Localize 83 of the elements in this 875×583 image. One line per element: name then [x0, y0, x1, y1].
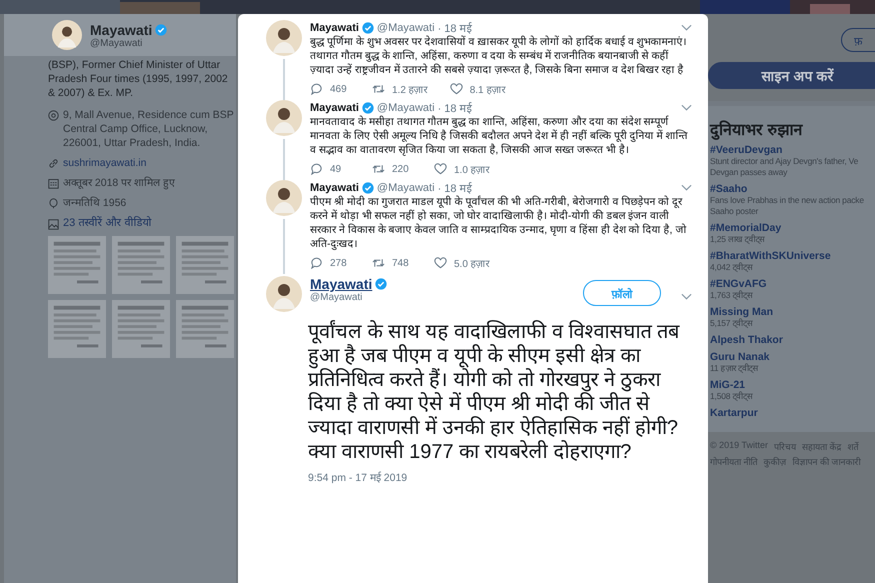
profile-detail: जन्मतिथि 1956 [63, 196, 126, 210]
calendar-icon [48, 178, 59, 189]
trend-name[interactable]: Missing Man [710, 306, 873, 318]
website-link[interactable]: sushrimayawati.in [63, 156, 146, 170]
author-handle: @Mayawati [376, 102, 435, 114]
balloon-icon [48, 198, 59, 209]
trend-detail: Devgan passes away [710, 167, 788, 178]
tweet-time: · 18 मई [438, 101, 472, 115]
trend-name[interactable]: #ENGvAFG [710, 278, 873, 290]
tweet-text: बुद्ध पूर्णिमा के शुभ अवसर पर देशवासियों व ख़ासकर यूपी के लोगों को हार्दिक बधाई व शुभकामनाएं। तथागत गौतम बुद्ध के शान्ति, अहिंसा, करुणा व दया के सम्बंध में राजनीतिक बयानबाजी से कहीं ज़्यादा उन्हें राष्ट्रजीवन में उतारने की सबसे ज़्यादा ज़रूरत है, जिसके बिना समाज व देश बिखर रहा है [310, 35, 688, 77]
profile-detail: 9, Mall Avenue, Residence cum BSP Central Camp Office, Lucknow, 226001, Uttar Pradesh, India. [63, 108, 234, 150]
like-button[interactable]: 1.0 हज़ार [434, 162, 490, 176]
trend-name[interactable]: Guru Nanak [710, 351, 873, 363]
media-link[interactable]: 23 तस्वीरें और वीडियो [63, 216, 152, 230]
location-pin-icon [48, 110, 59, 121]
avatar[interactable] [266, 20, 302, 56]
thread-line [283, 139, 285, 180]
retweet-button[interactable]: 220 [372, 162, 412, 176]
trend-name[interactable]: #VeeruDevgan [710, 144, 873, 156]
reply-icon [310, 163, 323, 175]
trend-name[interactable]: #MemorialDay [710, 222, 873, 234]
like-button[interactable]: 5.0 हज़ार [434, 256, 490, 270]
retweet-button[interactable]: 1.2 हज़ार [372, 82, 428, 96]
tweet-time: · 18 मई [438, 21, 472, 35]
tweet-timestamp: 9:54 pm - 17 मई 2019 [308, 470, 408, 484]
trend-name[interactable]: #BharatWithSKUniverse [710, 250, 873, 262]
trend-detail: 1,763 ट्वीट्स [710, 290, 754, 301]
trend-name[interactable]: MiG-21 [710, 379, 873, 391]
avatar[interactable] [266, 276, 302, 312]
trend-detail: Saaho poster [710, 206, 760, 217]
reply-button[interactable]: 278 [310, 256, 350, 270]
reply-icon [310, 83, 323, 95]
image-icon [48, 218, 59, 230]
trend-detail: 4,042 ट्वीट्स [710, 262, 754, 273]
author-name[interactable]: Mayawati [310, 102, 359, 114]
trend-name[interactable]: #Saaho [710, 183, 873, 195]
tweet-time: · 18 मई [438, 181, 472, 195]
retweet-button[interactable]: 748 [372, 256, 412, 270]
caret-icon[interactable] [681, 293, 692, 301]
trend-detail: Stunt director and Ajay Devgn's father, Ve [710, 156, 860, 167]
profile-detail: अक्तूबर 2018 पर शामिल हुए [63, 176, 176, 190]
trend-name[interactable]: Kartarpur [710, 407, 873, 419]
avatar[interactable] [266, 100, 302, 136]
author-name[interactable]: Mayawati [310, 182, 359, 194]
trend-detail: Fans love Prabhas in the new action packe [710, 195, 865, 206]
reply-icon [310, 257, 323, 269]
reply-button[interactable]: 469 [310, 82, 350, 96]
caret-icon[interactable] [681, 24, 692, 32]
thread-line [283, 59, 285, 100]
like-button[interactable]: 8.1 हज़ार [450, 82, 506, 96]
profile-bio: (BSP), Former Chief Minister of Uttar Pradesh Four times (1995, 1997, 2002 & 2007) & Ex. MP. [48, 58, 229, 100]
caret-icon[interactable] [681, 184, 692, 192]
follow-button[interactable]: फ़ॉलो [583, 280, 661, 306]
retweet-icon [372, 257, 385, 269]
tweet-text: पूर्वांचल के साथ यह वादाखिलाफी व विश्वासघात तब हुआ है जब पीएम व यूपी के सीएम इसी क्षेत्र का प्रतिनिधित्व करते हैं। योगी को तो गोरखपुर ने ठुकरा दिया है तो क्या ऐसे में पीएम श्री मोदी की जीत से ज्यादा वाराणसी में उनकी हार ऐतिहासिक नहीं होगी? क्या वाराणसी 1977 का रायबरेली दोहराएगा? [308, 320, 681, 464]
signup-button[interactable]: साइन अप करें [708, 62, 875, 89]
avatar[interactable] [52, 20, 82, 50]
retweet-icon [372, 163, 385, 175]
tweet-text: मानवतावाद के मसीहा तथागत गौतम बुद्ध का शान्ति, अहिंसा, करुणा और दया का संदेश सम्पूर्ण मानवता के लिए ऐसी अमूल्य निधि है जिसकी बदौलत अपने देश में ही नहीं बल्कि पूरी दुनिया में शान्ति व सद्भाव का वातावरण सृजित किया जा सकता है, जिसकी आज सख्त जरूरत भी है। [310, 115, 689, 157]
author-handle: @Mayawati [376, 22, 435, 34]
heart-icon [434, 163, 447, 175]
author-handle: @Mayawati [310, 292, 364, 303]
link-icon [48, 158, 59, 169]
heart-icon [434, 257, 447, 269]
tweet-text: पीएम श्री मोदी का गुजरात माडल यूपी के पूर्वांचल की भी अति-गरीबी, बेरोजगारी व पिछड़ेपन को दूर करने में थोड़ा भी सफल नहीं हो सका, जो घोर वादाखिलाफी है। मोदी-योगी की डबल इंजन वाली सरकार ने विकास के बजाए केवल जाति व साम्प्रदायिक उन्माद, घृणा व हिंसा ही देश को दिया है, जो अति-दुःखद। [310, 195, 688, 251]
profile-handle: @Mayawati [90, 38, 142, 48]
avatar[interactable] [266, 180, 302, 216]
trend-name[interactable]: Alpesh Thakor [710, 334, 873, 346]
profile-name: Mayawati [90, 22, 152, 38]
reply-button[interactable]: 49 [310, 162, 350, 176]
author-handle: @Mayawati [376, 182, 435, 194]
trend-detail: 1,25 लाख ट्वीट्स [710, 234, 766, 245]
heart-icon [450, 83, 463, 95]
follow-button[interactable]: फ़ [841, 28, 875, 52]
thread-line [283, 219, 285, 274]
trend-detail: 1,508 ट्वीट्स [710, 391, 754, 402]
author-name[interactable]: Mayawati [310, 22, 359, 34]
trend-detail: 5,157 ट्वीट्स [710, 318, 754, 329]
trend-detail: 11 हज़ार ट्वीट्स [710, 363, 760, 374]
retweet-icon [372, 83, 385, 95]
trends-title: दुनियाभर रुझान [710, 119, 804, 140]
caret-icon[interactable] [681, 104, 692, 112]
author-name[interactable]: Mayawati [310, 276, 372, 292]
